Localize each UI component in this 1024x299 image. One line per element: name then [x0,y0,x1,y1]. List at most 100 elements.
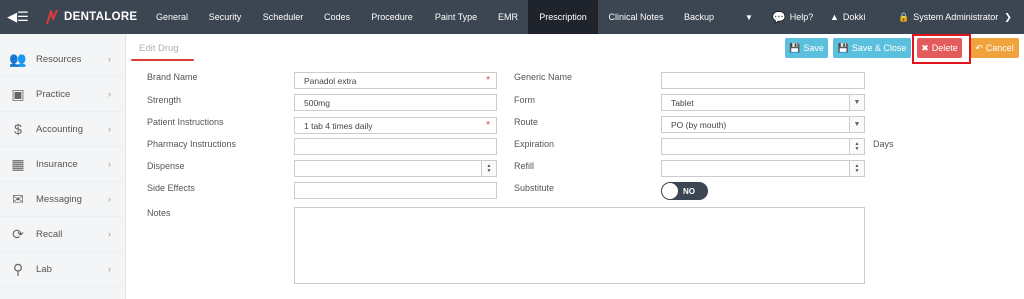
sidebar-item-resources[interactable]: 👥 Resources › [0,42,126,77]
nav-backup[interactable]: Backup [674,0,724,34]
sidebar-item-label: Resources [36,53,82,65]
building-icon: ▦ [11,155,25,172]
strength-input[interactable]: 500mg [294,94,497,111]
generic-name-input[interactable] [661,72,865,89]
page-title: Edit Drug [139,43,179,54]
chevron-down-icon: ❯ [1004,11,1012,22]
expiration-unit: Days [873,139,894,149]
form-label: Form [514,95,535,105]
cancel-button[interactable]: ↶ Cancel [970,38,1019,58]
save-label: Save [803,43,824,53]
side-effects-label: Side Effects [147,183,195,193]
lock-icon: 🔒 [898,11,910,22]
chevron-right-icon: › [108,264,111,274]
caret-down-icon: ▼ [849,117,864,132]
save-close-button[interactable]: 💾 Save & Close [833,38,911,58]
sidebar-item-label: Messaging [36,193,82,205]
refresh-icon: ⟳ [12,225,24,242]
sidebar-item-practice[interactable]: ▣ Practice › [0,77,126,112]
help-label: Help? [789,12,814,22]
save-button[interactable]: 💾 Save [785,38,828,58]
chevron-right-icon: › [108,54,111,64]
form-value: Tablet [671,97,694,108]
user-menu[interactable]: ▲ Dokki [830,0,865,34]
nav-emr[interactable]: EMR [488,0,528,34]
sidebar: 👥 Resources › ▣ Practice › $ Accounting … [0,34,126,299]
sidebar-item-messaging[interactable]: ✉ Messaging › [0,182,126,217]
patient-instructions-input[interactable]: 1 tab 4 times daily * [294,117,497,134]
role-label: System Administrator [913,12,999,22]
brand-name: DENTALORE [64,11,138,23]
sidebar-item-label: Practice [36,88,71,100]
toggle-knob [662,183,678,199]
nav-more-caret-icon[interactable]: ▼ [738,0,760,34]
chevron-right-icon: › [108,89,111,99]
menu-toggle-icon[interactable]: ◀☰ [0,0,36,34]
dollar-icon: $ [14,121,22,137]
main-content: Edit Drug 💾 Save 💾 Save & Close ✖ Delete… [126,34,1024,299]
nav-paint-type[interactable]: Paint Type [424,0,488,34]
sidebar-item-label: Insurance [36,158,78,170]
sidebar-item-accounting[interactable]: $ Accounting › [0,112,126,147]
strength-label: Strength [147,95,182,105]
notes-label: Notes [147,208,171,218]
brand[interactable]: DENTALORE [46,0,137,34]
spinner-icon[interactable]: ▲ ▼ [481,161,496,176]
brand-name-input[interactable]: Panadol extra * [294,72,497,89]
patient-instructions-value: 1 tab 4 times daily [304,120,373,131]
required-asterisk: * [486,120,490,131]
sidebar-item-label: Recall [36,228,63,240]
route-select[interactable]: PO (by mouth) ▼ [661,116,865,133]
side-effects-input[interactable] [294,182,497,199]
envelope-icon: ✉ [12,190,24,207]
nav-clinical-notes[interactable]: Clinical Notes [598,0,674,34]
expiration-stepper[interactable]: ▲ ▼ [661,138,865,155]
help-link[interactable]: 💬 Help? [772,0,813,34]
patient-instructions-label: Patient Instructions [147,117,224,127]
sidebar-item-lab[interactable]: ⚲ Lab › [0,252,126,287]
required-asterisk: * [486,75,490,86]
brand-logo-icon [46,9,58,25]
substitute-toggle[interactable]: NO [661,182,708,200]
form-select[interactable]: Tablet ▼ [661,94,865,111]
user-name: Dokki [842,12,866,22]
account-menu[interactable]: 🔒 System Administrator ❯ [898,0,1012,34]
nav-prescription[interactable]: Prescription [528,0,598,34]
delete-highlight-box [912,34,971,64]
spinner-icon[interactable]: ▲ ▼ [849,139,864,154]
expiration-label: Expiration [514,139,555,149]
route-value: PO (by mouth) [671,119,727,130]
dispense-stepper[interactable]: ▲ ▼ [294,160,497,177]
medkit-icon: ▣ [11,85,25,102]
caret-down-icon: ▼ [849,95,864,110]
sidebar-item-insurance[interactable]: ▦ Insurance › [0,147,126,182]
substitute-value: NO [683,186,695,196]
chevron-right-icon: › [108,229,111,239]
nav-codes[interactable]: Codes [314,0,360,34]
notes-textarea[interactable] [294,207,865,284]
save-icon: 💾 [837,42,849,53]
nav-security[interactable]: Security [198,0,252,34]
nav-procedure[interactable]: Procedure [360,0,424,34]
brand-name-label: Brand Name [147,72,198,82]
sidebar-item-recall[interactable]: ⟳ Recall › [0,217,126,252]
undo-icon: ↶ [975,42,983,53]
users-icon: 👥 [9,50,27,67]
sitemap-icon: ▲ [830,12,839,22]
nav-general[interactable]: General [146,0,198,34]
chevron-right-icon: › [108,159,111,169]
sidebar-item-label: Accounting [36,123,84,135]
nav-scheduler[interactable]: Scheduler [252,0,314,34]
pharmacy-instructions-input[interactable] [294,138,497,155]
generic-name-label: Generic Name [514,72,573,82]
cancel-label: Cancel [985,43,1014,53]
refill-stepper[interactable]: ▲ ▼ [661,160,865,177]
spinner-icon[interactable]: ▲ ▼ [849,161,864,176]
sidebar-item-label: Lab [36,263,52,275]
help-chat-icon: 💬 [772,11,786,24]
flask-icon: ⚲ [12,260,24,277]
save-icon: 💾 [789,42,801,53]
top-navbar: ◀☰ DENTALORE General Security Scheduler … [0,0,1024,34]
refill-label: Refill [514,161,535,171]
substitute-label: Substitute [514,183,555,193]
